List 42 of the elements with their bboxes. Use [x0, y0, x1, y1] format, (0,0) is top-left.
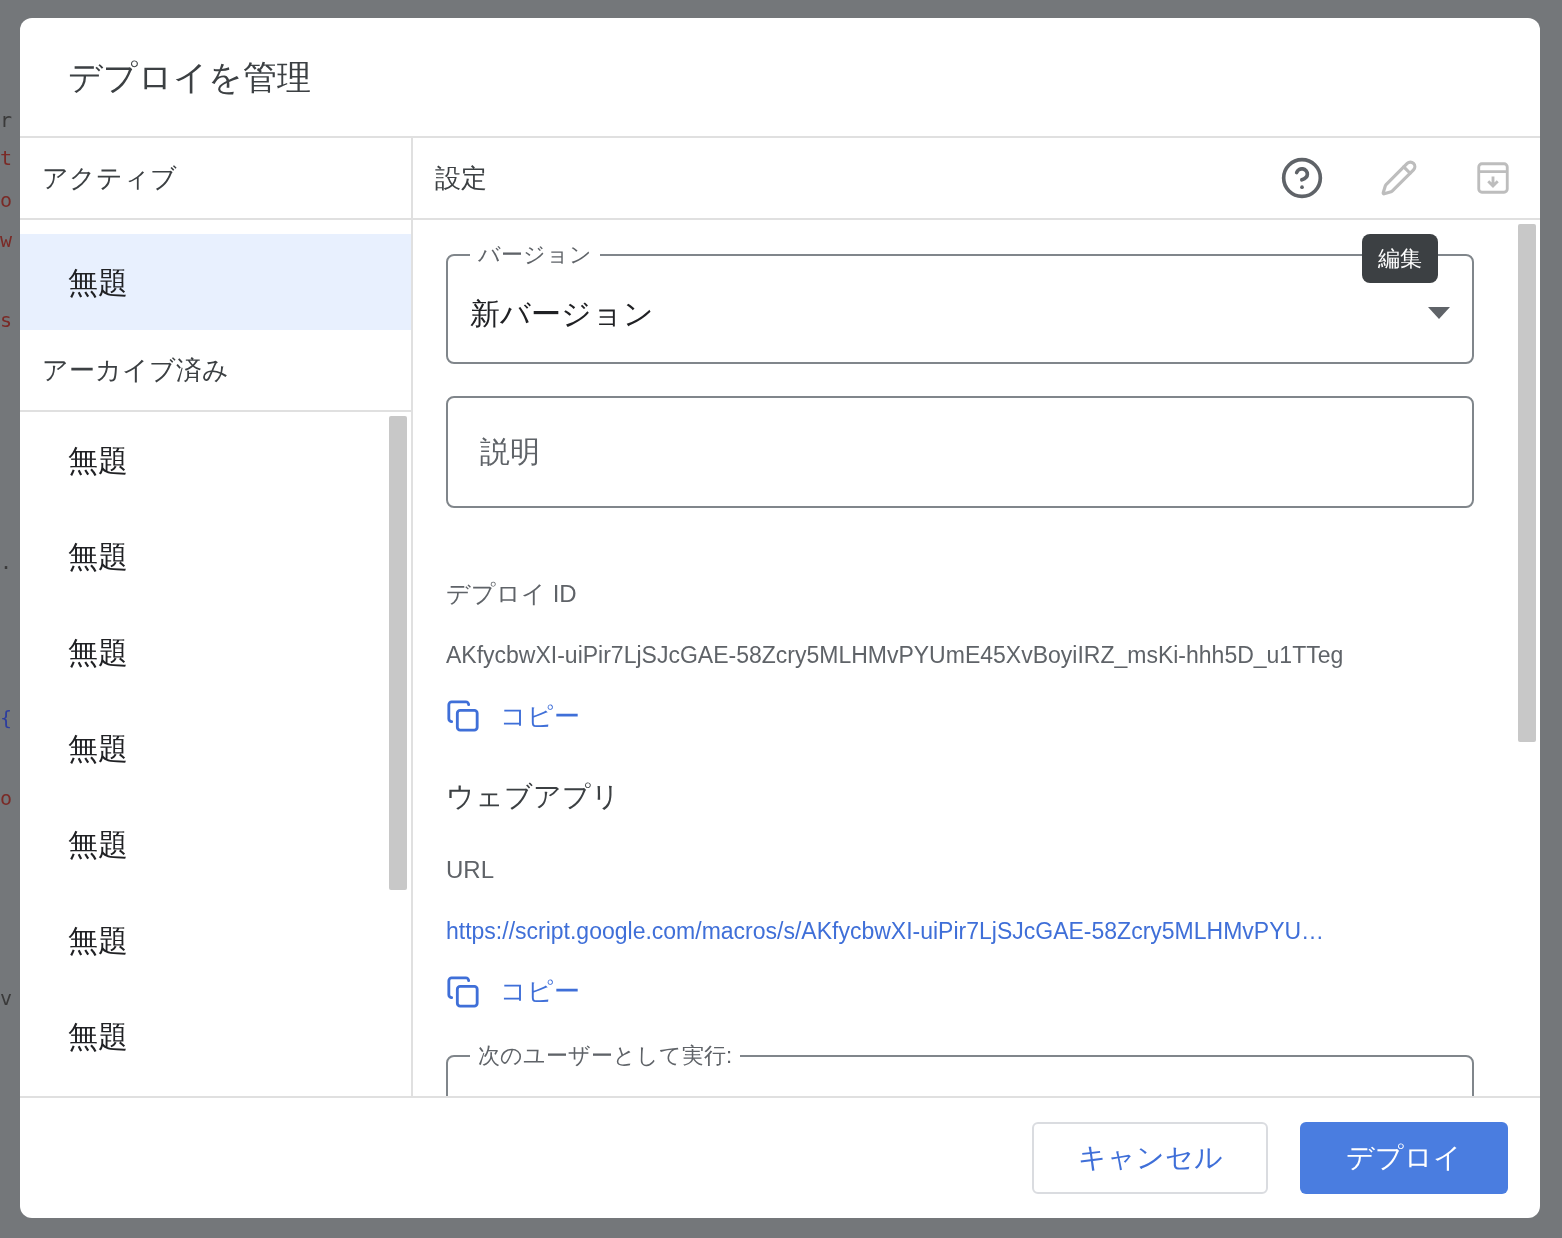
- pencil-icon[interactable]: [1380, 159, 1418, 197]
- deploy-button[interactable]: デプロイ: [1300, 1122, 1508, 1194]
- code-fragment: {: [0, 708, 13, 728]
- url-link[interactable]: https://script.google.com/macros/s/AKfycbwXI-uiPir7LjSJcGAE-58Zcry5MLHMvPYU…: [446, 913, 1474, 948]
- copy-icon[interactable]: [446, 974, 480, 1009]
- tooltip: 編集: [1362, 234, 1438, 283]
- dialog-title: デプロイを管理: [68, 56, 311, 98]
- scrollbar[interactable]: [389, 416, 407, 890]
- section-title: ウェブアプリ: [446, 779, 621, 814]
- deployment-item[interactable]: 無題: [20, 508, 389, 604]
- code-fragment: r: [0, 110, 13, 130]
- dropdown-caret-icon: [1428, 307, 1450, 319]
- cancel-button[interactable]: キャンセル: [1032, 1122, 1268, 1194]
- deployment-item[interactable]: 無題: [20, 412, 389, 508]
- section-heading: アーカイブ済み: [42, 353, 229, 387]
- scrollbar[interactable]: [1518, 224, 1536, 742]
- section-heading: アクティブ: [42, 161, 177, 195]
- description-field[interactable]: 説明: [446, 396, 1474, 508]
- code-fragment: .: [0, 552, 13, 572]
- panel-heading: 設定: [435, 161, 488, 195]
- field-label: 次のユーザーとして実行:: [477, 1042, 734, 1070]
- field-label: URL: [446, 854, 495, 885]
- code-fragment: s: [0, 310, 13, 330]
- field-label: バージョン: [477, 241, 593, 269]
- copy-icon[interactable]: [446, 699, 480, 733]
- copy-link[interactable]: コピー: [500, 972, 580, 1011]
- help-icon[interactable]: [1280, 156, 1324, 200]
- code-fragment: o: [0, 788, 13, 808]
- deployment-item[interactable]: 無題: [20, 988, 389, 1084]
- copy-link[interactable]: コピー: [500, 696, 580, 736]
- code-fragment: t: [0, 148, 13, 168]
- deployment-item[interactable]: 無題: [20, 700, 389, 796]
- code-fragment: w: [0, 230, 13, 250]
- code-fragment: v: [0, 988, 13, 1008]
- field-label: デプロイ ID: [446, 579, 578, 609]
- code-fragment: o: [0, 190, 13, 210]
- deployment-item[interactable]: 無題: [20, 892, 389, 988]
- deployment-id: AKfycbwXI-uiPir7LjSJcGAE-58Zcry5MLHMvPYUmE45XvBoyiIRZ_msKi-hhh5D_u1TTeg: [446, 641, 1345, 670]
- deployment-item[interactable]: 無題: [20, 796, 389, 892]
- deployment-item[interactable]: 無題: [20, 234, 411, 330]
- deployment-item[interactable]: 無題: [20, 604, 389, 700]
- archive-icon[interactable]: [1474, 159, 1512, 197]
